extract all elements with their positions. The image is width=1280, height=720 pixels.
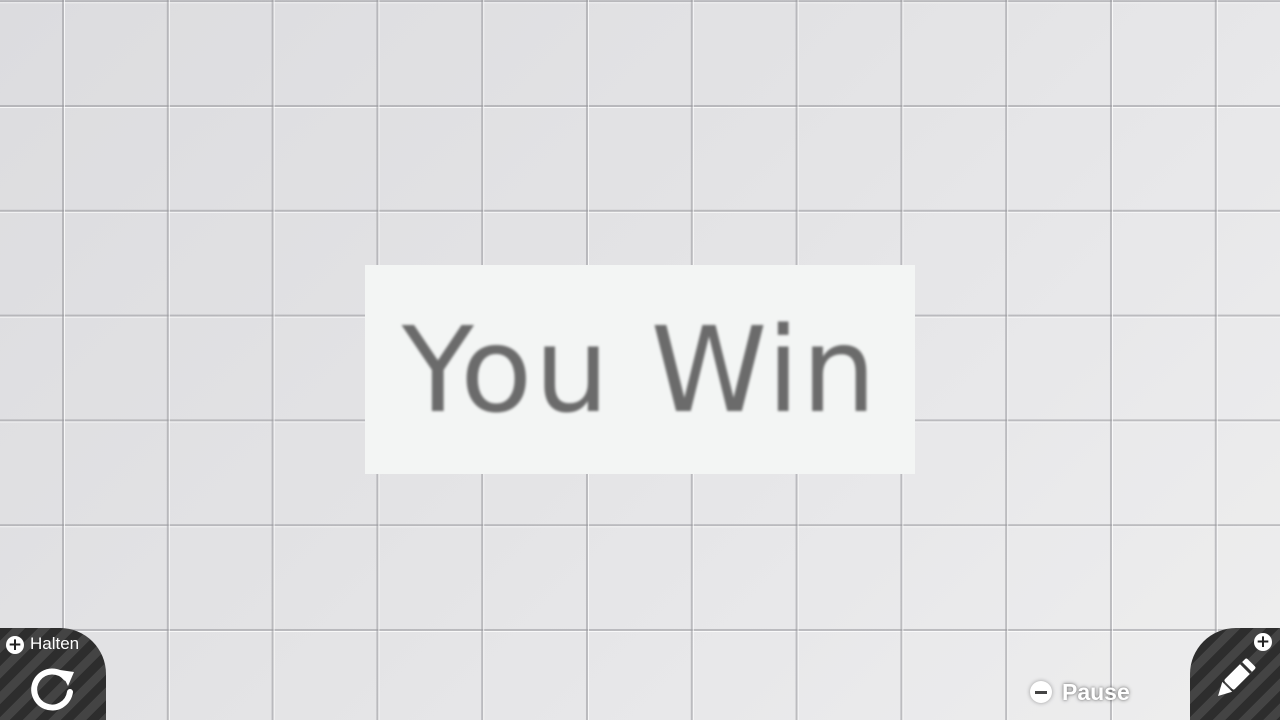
minus-button-icon xyxy=(1030,681,1052,703)
pause-button[interactable]: Pause xyxy=(1030,676,1130,708)
result-text: You Win xyxy=(401,300,879,439)
plus-button-icon: + xyxy=(6,635,24,655)
hold-button[interactable]: + Halten xyxy=(0,628,106,720)
rotate-icon xyxy=(31,668,74,711)
pause-label: Pause xyxy=(1062,678,1130,705)
plus-button-icon: + xyxy=(1254,632,1272,652)
edit-button[interactable]: + xyxy=(1190,628,1280,720)
hold-label: Halten xyxy=(30,634,80,653)
pencil-icon xyxy=(1218,658,1256,696)
result-panel: You Win xyxy=(365,265,915,474)
